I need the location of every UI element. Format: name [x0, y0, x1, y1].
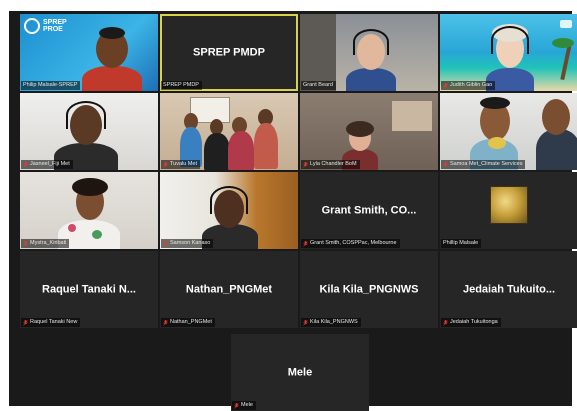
participant-tile[interactable]: Judith Giblin Gao	[440, 14, 577, 91]
participant-name-label: Raquel Tanaki New	[21, 318, 81, 327]
participant-name-label: Nathan_PNGMet	[161, 318, 215, 327]
participant-tile[interactable]: Samoa Met_Climate Services	[440, 93, 577, 170]
video-feed	[440, 14, 577, 91]
participant-name-label: Samson Kanaso	[161, 239, 214, 248]
mic-muted-icon	[163, 161, 168, 168]
participant-display-name: Grant Smith, CO...	[321, 203, 417, 216]
participant-display-name: Jedaiah Tukuito...	[462, 282, 556, 295]
video-feed	[300, 93, 438, 170]
participant-tile[interactable]: Phillip Malsale	[440, 172, 577, 249]
participant-name-label: Philip Malsale-SPREP	[21, 81, 81, 90]
profile-picture	[490, 186, 528, 224]
mic-muted-icon	[163, 240, 168, 247]
mic-muted-icon	[443, 82, 448, 89]
participant-name-label: Judith Giblin Gao	[441, 81, 496, 90]
participant-tile[interactable]: Samson Kanaso	[160, 172, 298, 249]
participant-name-label: Kila Kila_PNGNWS	[301, 318, 361, 327]
video-feed: SPREP PROE	[20, 14, 158, 91]
participant-display-name: Nathan_PNGMet	[185, 282, 273, 295]
video-feed	[20, 172, 158, 249]
mic-muted-icon	[443, 319, 448, 326]
participant-name-label: Mystra_Kiribati	[21, 239, 70, 248]
participant-name-label: Samoa Met_Climate Services	[441, 160, 526, 169]
participant-tile[interactable]: Lyla Chandler BoM	[300, 93, 438, 170]
mic-muted-icon	[443, 161, 448, 168]
participant-name-label: Mele	[232, 401, 256, 410]
participant-name-label: Jasneel_Fiji Met	[21, 160, 73, 169]
mic-muted-icon	[303, 319, 308, 326]
mic-muted-icon	[23, 240, 28, 247]
participant-tile[interactable]: Kila Kila_PNGNWS Kila Kila_PNGNWS	[300, 251, 438, 328]
participant-name-label: Grant Beard	[301, 81, 336, 90]
participant-tile[interactable]: Grant Beard	[300, 14, 438, 91]
participant-tile[interactable]: Jasneel_Fiji Met	[20, 93, 158, 170]
participant-display-name: SPREP PMDP	[193, 45, 265, 58]
participant-tile[interactable]: Jedaiah Tukuito... Jedaiah Tukuitonga	[440, 251, 577, 328]
participant-tile[interactable]: SPREP PROE Philip Malsale-SPREP	[20, 14, 158, 91]
video-feed	[20, 93, 158, 170]
participant-name-label: Tuvalu Met	[161, 160, 201, 169]
video-feed	[440, 93, 577, 170]
mic-muted-icon	[303, 161, 308, 168]
mic-muted-icon	[23, 161, 28, 168]
participant-tile[interactable]: Tuvalu Met	[160, 93, 298, 170]
participant-display-name: Kila Kila_PNGNWS	[319, 282, 419, 295]
participant-tile[interactable]: Mystra_Kiribati	[20, 172, 158, 249]
video-feed	[300, 14, 438, 91]
mic-muted-icon	[163, 319, 168, 326]
participant-display-name: Mele	[287, 365, 313, 378]
sprep-logo-icon: SPREP PROE	[24, 18, 69, 34]
participant-tile[interactable]: Mele Mele	[231, 334, 369, 411]
participant-name-label: Lyla Chandler BoM	[301, 160, 360, 169]
participant-tile-active-speaker[interactable]: SPREP PMDP SPREP PMDP	[160, 14, 298, 91]
participant-tile[interactable]: Grant Smith, CO... Grant Smith, COSPPac,…	[300, 172, 438, 249]
participant-name-label: Jedaiah Tukuitonga	[441, 318, 501, 327]
participant-display-name: Raquel Tanaki N...	[42, 282, 136, 295]
mic-muted-icon	[303, 240, 308, 247]
participant-tile[interactable]: Raquel Tanaki N... Raquel Tanaki New	[20, 251, 158, 328]
mic-muted-icon	[23, 319, 28, 326]
video-feed	[160, 172, 298, 249]
video-feed	[160, 93, 298, 170]
participant-name-label: SPREP PMDP	[161, 81, 202, 90]
meeting-window: SPREP PROE Philip Malsale-SPREP SPREP PM…	[9, 11, 577, 411]
participant-grid: SPREP PROE Philip Malsale-SPREP SPREP PM…	[20, 14, 577, 328]
logo-text: SPREP PROE	[43, 19, 67, 33]
participant-name-label: Grant Smith, COSPPac, Melbourne	[301, 239, 400, 248]
participant-tile[interactable]: Nathan_PNGMet Nathan_PNGMet	[160, 251, 298, 328]
mic-muted-icon	[234, 402, 239, 409]
participant-name-label: Phillip Malsale	[441, 239, 482, 248]
